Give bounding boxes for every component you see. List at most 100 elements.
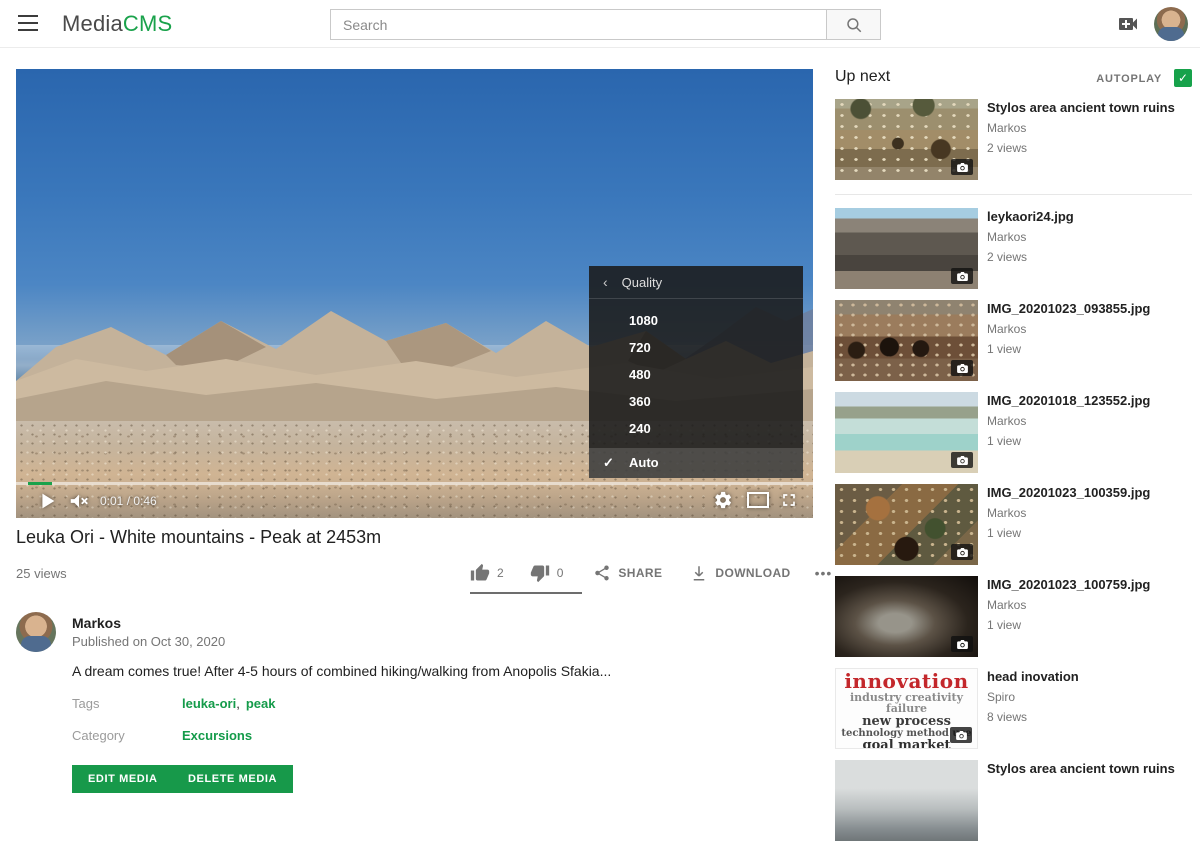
like-button[interactable]: 2 [470, 563, 504, 583]
edit-media-button[interactable]: EDIT MEDIA [72, 765, 174, 793]
quality-menu: ‹ Quality 1080 720 480 360 240 ✓ Auto [589, 266, 803, 478]
thumbnail[interactable] [835, 760, 978, 841]
autoplay-checkbox[interactable]: ✓ [1174, 69, 1192, 87]
download-button[interactable]: DOWNLOAD [690, 564, 790, 582]
up-next-item[interactable]: IMG_20201018_123552.jpg Markos 1 view [835, 392, 1192, 473]
mediacms-page: MediaCMS [0, 0, 1200, 785]
up-next-item[interactable]: leykaori24.jpg Markos 2 views [835, 208, 1192, 289]
tags-label: Tags [72, 696, 99, 711]
dislike-count: 0 [557, 566, 564, 580]
back-chevron-icon: ‹ [603, 274, 608, 290]
top-navigation-bar: MediaCMS [0, 0, 1200, 48]
dislike-button[interactable]: 0 [530, 563, 564, 583]
quality-option-240[interactable]: 240 [589, 415, 803, 442]
thumbnail[interactable]: innovation industry creativity failure n… [835, 668, 978, 749]
item-author: Spiro [987, 690, 1192, 705]
item-views: 2 views [987, 250, 1192, 265]
logo[interactable]: MediaCMS [62, 11, 172, 37]
download-icon [690, 564, 708, 582]
fullscreen-icon[interactable] [779, 490, 801, 512]
thumbnail[interactable] [835, 208, 978, 289]
thumbnail[interactable] [835, 99, 978, 180]
author-name[interactable]: Markos [72, 615, 121, 631]
category-link-excursions[interactable]: Excursions [182, 728, 252, 743]
item-title[interactable]: IMG_20201023_100759.jpg [987, 577, 1192, 593]
download-label: DOWNLOAD [715, 566, 790, 580]
quality-option-auto[interactable]: ✓ Auto [589, 448, 803, 478]
up-next-item[interactable]: innovation industry creativity failure n… [835, 668, 1192, 749]
author-avatar[interactable] [16, 612, 56, 652]
item-title[interactable]: head inovation [987, 669, 1192, 685]
up-next-header: Up next AUTOPLAY ✓ [835, 60, 1192, 90]
delete-media-button[interactable]: DELETE MEDIA [172, 765, 293, 793]
user-avatar[interactable] [1154, 7, 1188, 41]
item-author: Markos [987, 598, 1192, 613]
search-bar [330, 9, 881, 40]
quality-option-720[interactable]: 720 [589, 334, 803, 361]
item-views: 1 view [987, 342, 1192, 357]
item-views: 2 views [987, 141, 1192, 156]
quality-menu-title: Quality [622, 275, 662, 290]
image-type-badge [950, 727, 972, 743]
item-title[interactable]: leykaori24.jpg [987, 209, 1192, 225]
quality-option-480[interactable]: 480 [589, 361, 803, 388]
up-next-sidebar: Up next AUTOPLAY ✓ Stylos area ancient t… [835, 60, 1192, 852]
player-controls: 0:01 / 0:46 [16, 485, 813, 518]
cloud-word: industry creativity failure [836, 692, 977, 714]
quality-menu-header[interactable]: ‹ Quality [589, 266, 803, 299]
image-type-badge [951, 268, 973, 284]
share-icon [593, 564, 611, 582]
search-input[interactable] [330, 9, 826, 40]
item-title[interactable]: Stylos area ancient town ruins [987, 761, 1192, 777]
thumbnail[interactable] [835, 576, 978, 657]
play-icon[interactable] [36, 490, 58, 512]
quality-option-360[interactable]: 360 [589, 388, 803, 415]
theater-mode-icon[interactable] [747, 492, 769, 514]
rating-underline [470, 592, 582, 594]
settings-gear-icon[interactable] [713, 490, 735, 512]
item-title[interactable]: IMG_20201023_100359.jpg [987, 485, 1192, 501]
thumb-up-icon [470, 563, 490, 583]
thumbnail[interactable] [835, 392, 978, 473]
up-next-item[interactable]: Stylos area ancient town ruins Markos 2 … [835, 99, 1192, 180]
thumbnail[interactable] [835, 300, 978, 381]
cloud-word: innovation [836, 671, 977, 691]
menu-icon[interactable] [18, 15, 38, 31]
up-next-item[interactable]: IMG_20201023_100759.jpg Markos 1 view [835, 576, 1192, 657]
up-next-item[interactable]: IMG_20201023_093855.jpg Markos 1 view [835, 300, 1192, 381]
share-button[interactable]: SHARE [593, 564, 662, 582]
tag-separator: , [236, 696, 240, 711]
item-views: 1 view [987, 526, 1192, 541]
up-next-title: Up next [835, 68, 890, 86]
autoplay-label: AUTOPLAY [1096, 73, 1162, 85]
item-author: Markos [987, 414, 1192, 429]
share-label: SHARE [618, 566, 662, 580]
volume-muted-icon[interactable] [68, 490, 90, 512]
logo-cms-text: CMS [123, 11, 173, 36]
time-display: 0:01 / 0:46 [100, 494, 157, 508]
item-title[interactable]: IMG_20201023_093855.jpg [987, 301, 1192, 317]
image-type-badge [951, 159, 973, 175]
media-description: A dream comes true! After 4-5 hours of c… [72, 663, 611, 679]
item-views: 1 view [987, 434, 1192, 449]
image-type-badge [951, 636, 973, 652]
item-title[interactable]: Stylos area ancient town ruins [987, 100, 1192, 116]
tag-link-peak[interactable]: peak [246, 696, 276, 711]
search-button[interactable] [826, 9, 881, 40]
check-icon: ✓ [603, 448, 614, 478]
item-views: 8 views [987, 710, 1192, 725]
upload-video-icon[interactable] [1116, 12, 1140, 36]
thumbnail[interactable] [835, 484, 978, 565]
up-next-item[interactable]: Stylos area ancient town ruins [835, 760, 1192, 841]
image-type-badge [951, 452, 973, 468]
tags-value: leuka-ori, peak [182, 696, 275, 711]
up-next-item[interactable]: IMG_20201023_100359.jpg Markos 1 view [835, 484, 1192, 565]
quality-option-1080[interactable]: 1080 [589, 307, 803, 334]
item-title[interactable]: IMG_20201018_123552.jpg [987, 393, 1192, 409]
media-actions: 2 0 SHARE DOWNLOAD ••• [470, 560, 813, 586]
tag-link-leuka-ori[interactable]: leuka-ori [182, 696, 236, 711]
logo-media-text: Media [62, 11, 123, 36]
image-type-badge [951, 544, 973, 560]
more-options-button[interactable]: ••• [815, 565, 833, 581]
video-player[interactable]: ‹ Quality 1080 720 480 360 240 ✓ Auto [16, 69, 813, 518]
